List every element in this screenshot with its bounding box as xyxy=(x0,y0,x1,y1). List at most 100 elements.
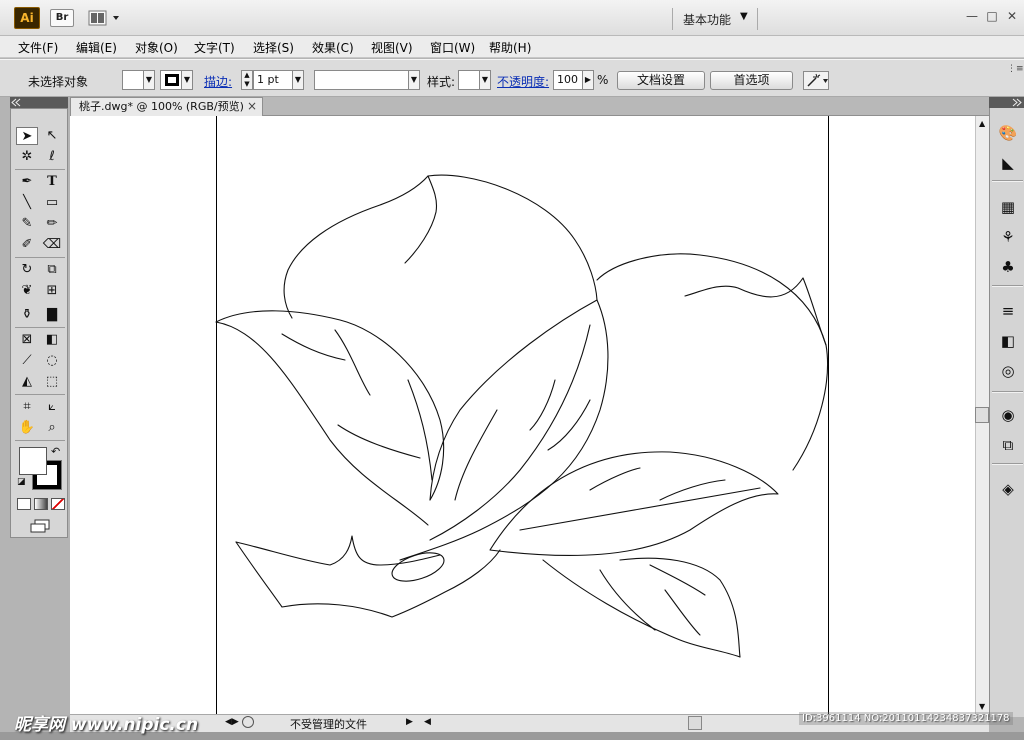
app-logo: Ai xyxy=(14,7,40,29)
layers-icon[interactable]: ◈ xyxy=(997,479,1019,499)
color-icon[interactable]: ◣ xyxy=(997,153,1019,173)
select-similar-button[interactable] xyxy=(803,71,829,90)
stroke-weight-stepper[interactable]: ▲ ▼ xyxy=(241,70,253,90)
gradient-panel-icon[interactable]: ◧ xyxy=(997,331,1019,351)
close-button[interactable]: ✕ xyxy=(1005,9,1019,23)
hand-icon[interactable]: ✋ xyxy=(16,419,38,437)
stroke-panel-link[interactable]: 描边: xyxy=(204,73,232,90)
bottom-leaf-vein xyxy=(649,564,706,596)
gradient-icon[interactable]: ◧ xyxy=(41,331,63,349)
menu-window[interactable]: 窗口(W) xyxy=(430,39,475,56)
stroke-icon[interactable]: ≡ xyxy=(997,301,1019,321)
mesh-icon[interactable]: ⊠ xyxy=(16,331,38,349)
opacity-field[interactable]: 100 xyxy=(553,70,583,90)
menu-object[interactable]: 对象(O) xyxy=(135,39,178,56)
menu-type[interactable]: 文字(T) xyxy=(194,39,235,56)
color-guide-icon[interactable]: 🎨 xyxy=(997,123,1019,143)
scroll-left-icon[interactable]: ◀ xyxy=(424,717,431,727)
none-mode-icon[interactable] xyxy=(51,498,65,510)
tools-panel-header[interactable] xyxy=(10,97,68,108)
stroke-weight-field[interactable]: 1 pt xyxy=(253,70,293,90)
paintbrush-icon[interactable]: ✎ xyxy=(16,215,38,233)
scale-icon[interactable]: ⧉ xyxy=(41,261,63,279)
status-text[interactable]: 不受管理的文件 xyxy=(290,716,367,732)
direct-selection-icon[interactable]: ↖ xyxy=(41,127,63,145)
rotate-icon[interactable]: ↻ xyxy=(16,261,38,279)
scroll-up-icon[interactable]: ▲ xyxy=(979,119,985,128)
branch-knot xyxy=(391,552,445,582)
symbols-icon[interactable]: ♣ xyxy=(997,257,1019,277)
menu-select[interactable]: 选择(S) xyxy=(253,39,294,56)
preferences-button[interactable]: 首选项 xyxy=(710,71,793,90)
peach-line-drawing[interactable] xyxy=(70,116,975,714)
eraser-icon[interactable]: ⌫ xyxy=(41,236,63,254)
transparency-icon[interactable]: ◎ xyxy=(997,361,1019,381)
pen-icon[interactable]: ✒ xyxy=(16,173,38,191)
magic-wand-icon[interactable]: ✲ xyxy=(16,148,38,166)
selection-icon[interactable]: ➤ xyxy=(16,127,38,145)
menu-edit[interactable]: 编辑(E) xyxy=(76,39,117,56)
profile-dropdown[interactable]: ▼ xyxy=(408,70,420,90)
menu-file[interactable]: 文件(F) xyxy=(18,39,58,56)
type-icon[interactable]: T xyxy=(41,173,63,191)
slice-icon[interactable]: ⟀ xyxy=(41,398,63,416)
graphic-styles-icon[interactable]: ⧉ xyxy=(997,435,1019,455)
menu-effect[interactable]: 效果(C) xyxy=(312,39,354,56)
chevron-down-icon[interactable]: ▼ xyxy=(740,11,748,22)
opacity-slider-toggle[interactable]: ▶ xyxy=(582,70,594,90)
zoom-icon[interactable]: ⌕ xyxy=(41,419,63,437)
screen-mode-icon[interactable] xyxy=(29,519,51,533)
pencil-icon[interactable]: ✏ xyxy=(41,215,63,233)
document-setup-button[interactable]: 文档设置 xyxy=(617,71,705,90)
default-colors-icon[interactable]: ◪ xyxy=(17,477,26,487)
opacity-link[interactable]: 不透明度: xyxy=(497,73,549,90)
dock-separator xyxy=(992,391,1023,393)
symbol-sprayer-icon[interactable]: ⚱ xyxy=(16,306,38,324)
fill-dropdown[interactable]: ▼ xyxy=(143,70,155,90)
artboard-nav-icon[interactable]: ◀▶ xyxy=(225,717,239,727)
stroke-dropdown[interactable]: ▼ xyxy=(181,70,193,90)
minimize-button[interactable]: — xyxy=(965,9,979,23)
menu-help[interactable]: 帮助(H) xyxy=(489,39,531,56)
left-leaf-vein xyxy=(334,329,371,396)
document-tab[interactable]: 桃子.dwg* @ 100% (RGB/预览) xyxy=(70,97,263,116)
blob-brush-icon[interactable]: ✐ xyxy=(16,236,38,254)
warp-icon[interactable]: ❦ xyxy=(16,282,38,300)
appearance-icon[interactable]: ◉ xyxy=(997,405,1019,425)
eyedropper-icon[interactable]: ⟋ xyxy=(16,352,38,370)
workspace-switcher[interactable]: 基本功能 xyxy=(683,11,731,28)
variable-width-profile[interactable] xyxy=(314,70,410,90)
graphic-style-dropdown[interactable]: ▼ xyxy=(479,70,491,90)
gradient-mode-icon[interactable] xyxy=(34,498,48,510)
swatches-icon[interactable]: ▦ xyxy=(997,197,1019,217)
stroke-weight-dropdown[interactable]: ▼ xyxy=(292,70,304,90)
live-paint-icon[interactable]: ◭ xyxy=(16,373,38,391)
right-leaf-vein xyxy=(589,467,641,491)
panel-dock: 🎨 ◣ ▦ ⚘ ♣ ≡ ◧ ◎ ◉ ⧉ ◈ xyxy=(989,108,1024,717)
status-menu-icon[interactable] xyxy=(242,716,254,728)
rectangle-icon[interactable]: ▭ xyxy=(41,194,63,212)
menu-view[interactable]: 视图(V) xyxy=(371,39,413,56)
swap-colors-icon[interactable]: ↶ xyxy=(51,445,60,458)
status-arrow-icon[interactable]: ▶ xyxy=(406,717,413,727)
column-graph-icon[interactable]: ▇ xyxy=(41,306,63,324)
left-peach-outline-left xyxy=(283,175,429,319)
fill-color-box[interactable] xyxy=(19,447,47,475)
vertical-scroll-thumb[interactable] xyxy=(975,407,989,423)
dock-header[interactable] xyxy=(989,97,1024,108)
maximize-button[interactable]: □ xyxy=(985,9,999,23)
brushes-icon[interactable]: ⚘ xyxy=(997,227,1019,247)
scroll-down-icon[interactable]: ▼ xyxy=(979,702,985,711)
horizontal-scroll-thumb[interactable] xyxy=(688,716,702,730)
panel-menu-icon[interactable]: ⋮≡ xyxy=(1007,64,1024,74)
close-tab-icon[interactable]: × xyxy=(247,99,257,113)
lasso-icon[interactable]: ℓ xyxy=(41,148,63,166)
color-mode-icon[interactable] xyxy=(17,498,31,510)
arrange-documents-button[interactable] xyxy=(88,9,122,27)
blend-icon[interactable]: ◌ xyxy=(41,352,63,370)
live-paint-select-icon[interactable]: ⬚ xyxy=(41,373,63,391)
line-icon[interactable]: ╲ xyxy=(16,194,38,212)
bridge-button[interactable]: Br xyxy=(50,9,74,27)
crop-icon[interactable]: ⌗ xyxy=(16,398,38,416)
free-transform-icon[interactable]: ⊞ xyxy=(41,282,63,300)
